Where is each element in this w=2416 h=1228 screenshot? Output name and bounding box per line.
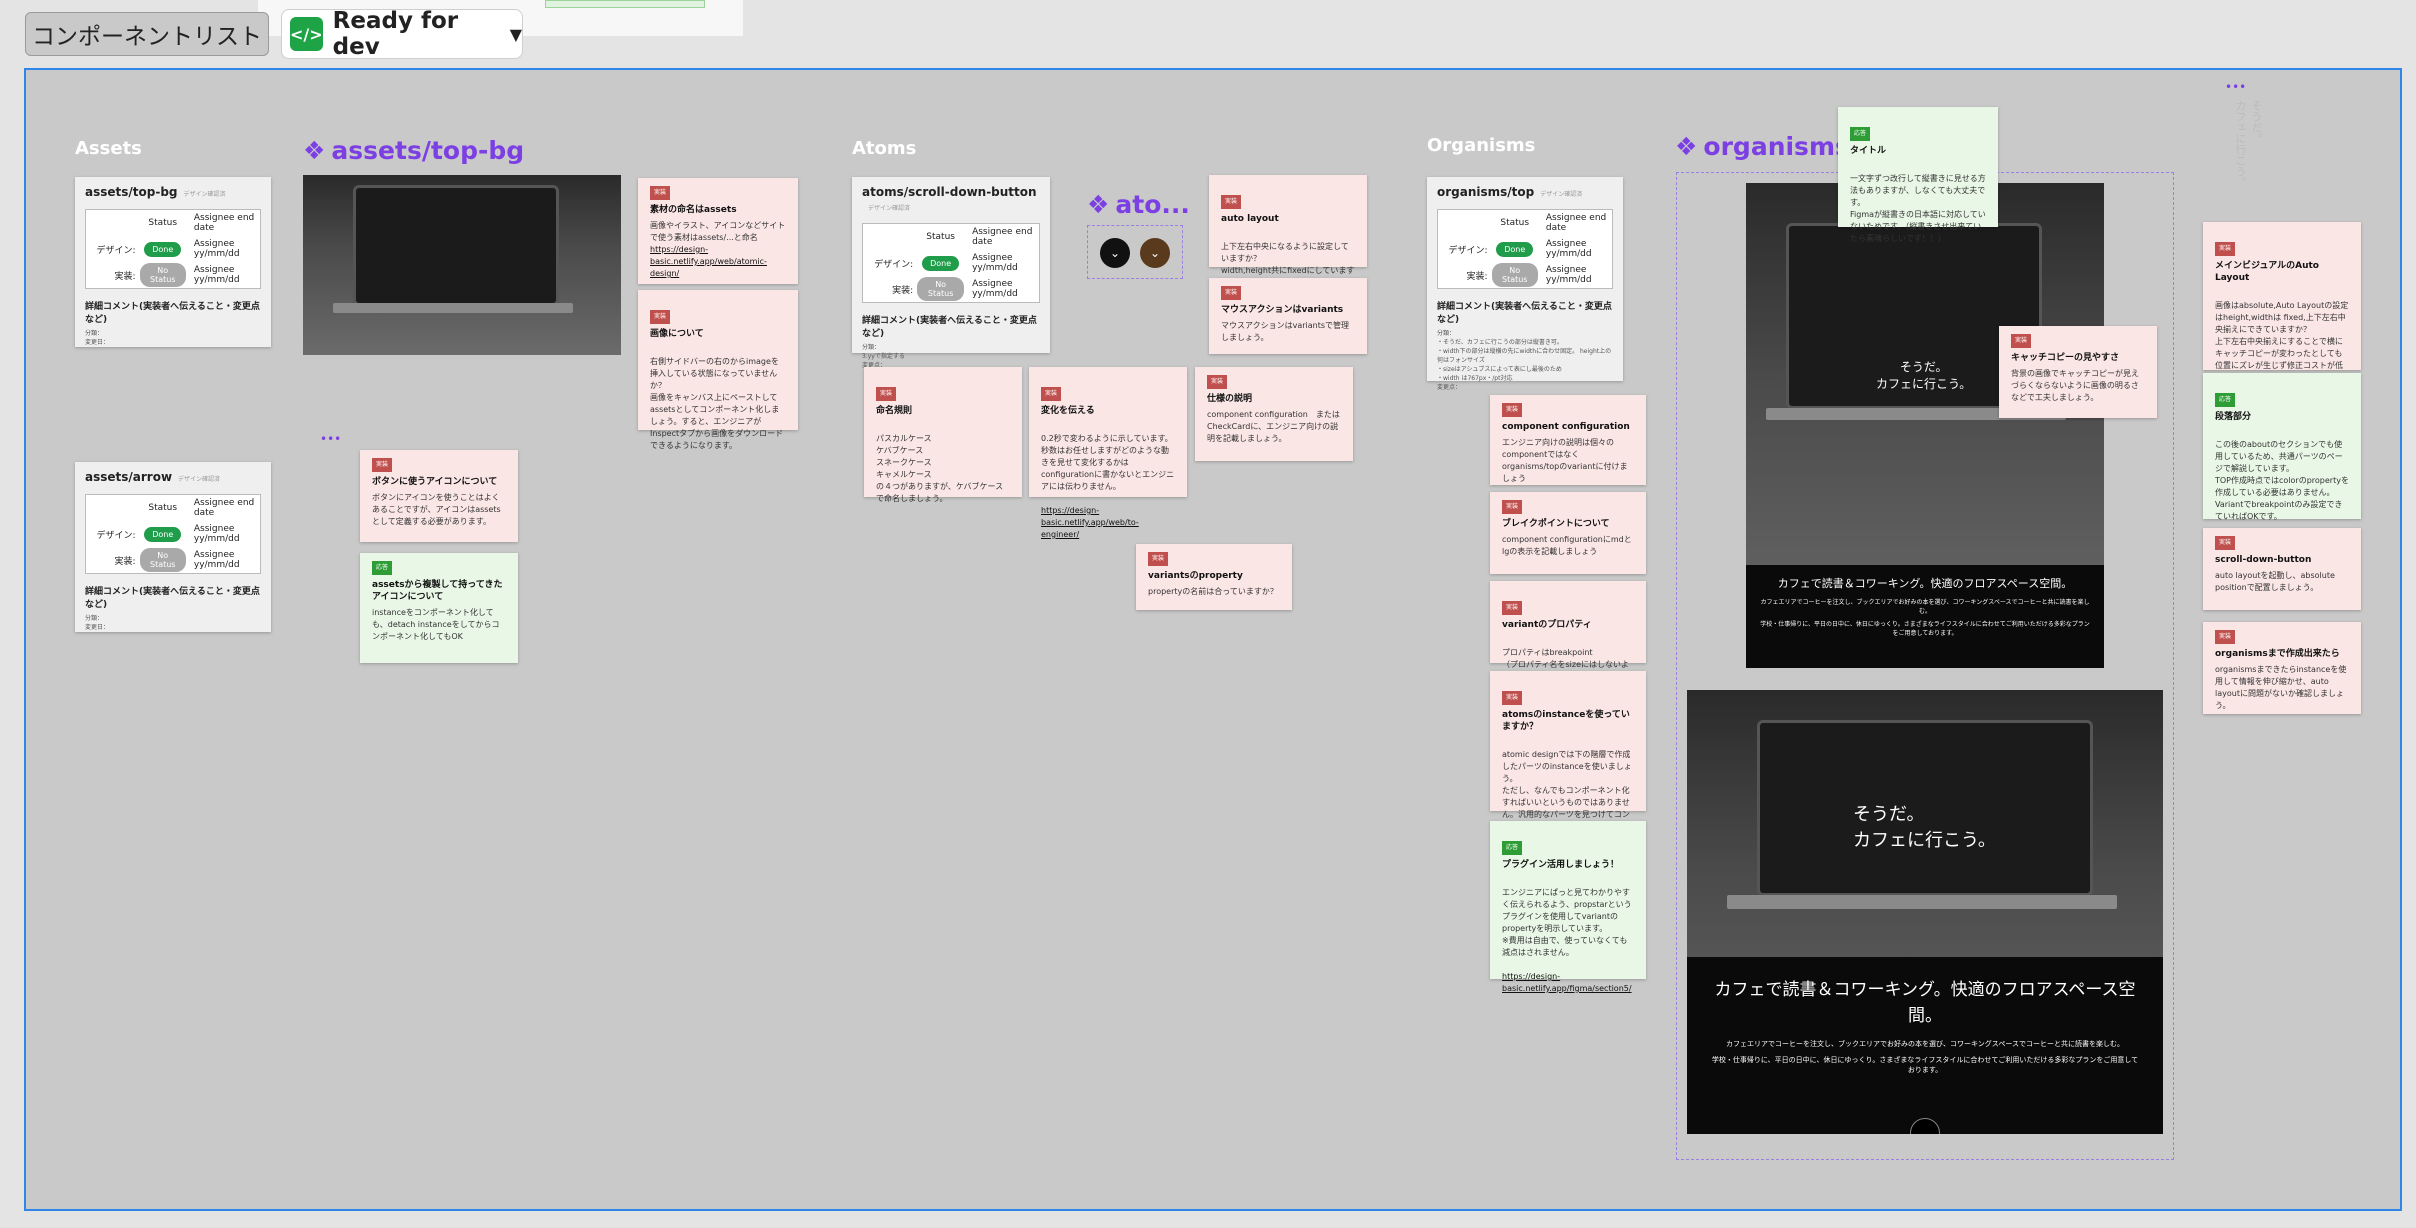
component-list-label: コンポーネントリスト <box>32 24 262 50</box>
note-catchcopy[interactable]: 実装 キャッチコピーの見やすさ 背景の画像でキャッチコピーが見えづらくならないよ… <box>1999 326 2157 418</box>
done-badge[interactable]: Done <box>1496 241 1534 257</box>
note-variants-property[interactable]: 実装 variantsのproperty propertyの名前は合っていますか… <box>1136 544 1292 610</box>
done-badge[interactable]: Done <box>922 255 960 271</box>
note-mouse-variants[interactable]: 実装 マウスアクションはvariants マウスアクションはvariantsで管… <box>1209 278 1367 354</box>
card-title: atoms/scroll-down-buttonデザイン確認済 <box>862 185 1037 212</box>
note-transition[interactable]: 実装 変化を伝える 0.2秒で変わるように示しています。 秒数はお任せしますがど… <box>1029 367 1187 539</box>
note-variant-property[interactable]: 実装 variantのプロパティ プロパティはbreakpoint （プロパティ… <box>1490 581 1646 681</box>
top-bg-image[interactable] <box>303 175 621 355</box>
card-title: assets/top-bg デザイン確認済 <box>85 185 226 199</box>
note-paragraph[interactable]: 応答 段落部分 この後のaboutのセクションでも使用しているため、共通パーツの… <box>2203 373 2361 521</box>
status-label: Ready for dev <box>332 8 459 60</box>
ready-for-dev-button[interactable]: </> Ready for dev ▼ <box>281 8 523 60</box>
section-title-organisms: Organisms <box>1427 135 1536 156</box>
laptop-shape <box>353 185 559 306</box>
scroll-button-variants[interactable]: ⌄ ⌄ <box>1087 225 1183 279</box>
note-component-configuration[interactable]: 実装 component configuration エンジニア向けの説明は個々… <box>1490 395 1646 485</box>
note-plugin[interactable]: 応答 プラグイン活用しましょう！ エンジニアにぱっと見てわかりやすく伝えられるよ… <box>1490 821 1646 993</box>
component-icon: ❖ <box>1087 190 1110 219</box>
section-title-atoms: Atoms <box>852 138 917 159</box>
note-detach-instance[interactable]: 応答 assetsから複製して持ってきたアイコンについて instanceをコン… <box>360 553 518 663</box>
status-table: Status Assignee end date デザイン: Done Assigne… <box>85 494 261 574</box>
component-title-atoms[interactable]: ❖ ato... <box>1087 190 1190 219</box>
card-title: assets/arrow デザイン確認済 <box>85 470 221 484</box>
no-status-badge[interactable]: No Status <box>139 548 186 572</box>
done-badge[interactable]: Done <box>144 241 182 257</box>
status-table: Status Assignee end date デザイン: Done Assigne… <box>862 223 1040 303</box>
component-title-assets-top-bg[interactable]: ❖ assets/top-bg <box>303 136 524 165</box>
note-atoms-instance[interactable]: 実装 atomsのinstanceを使っていますか？ atomic design… <box>1490 671 1646 831</box>
note-auto-layout[interactable]: 実装 auto layout 上下左右中央になるように設定していますか？ wid… <box>1209 175 1367 287</box>
note-breakpoint[interactable]: 実装 ブレイクポイントについて component configurationに… <box>1490 492 1646 574</box>
note-title-vertical[interactable]: 応答 タイトル 一文字ずつ改行して縦書きに見せる方法もありますが、しなくても大丈… <box>1838 107 1998 243</box>
note-organisms-done[interactable]: 実装 organismsまで作成出来たら organismsまできたらinsta… <box>2203 622 2361 714</box>
scroll-down-icon-hover[interactable]: ⌄ <box>1140 238 1170 268</box>
status-card-assets-arrow[interactable]: assets/arrow デザイン確認済 Status Assignee end d… <box>75 462 271 632</box>
link[interactable]: https://design-basic.netlify.app/web/ato… <box>650 245 767 278</box>
canvas-fragment-green <box>545 0 705 8</box>
no-status-badge[interactable]: No Status <box>917 277 965 301</box>
note-scroll-down-button[interactable]: 実装 scroll-down-button auto layoutを起動し、ab… <box>2203 528 2361 610</box>
note-main-visual-autolayout[interactable]: 実装 メインビジュアルのAuto Layout 画像はabsolute,Auto… <box>2203 222 2361 382</box>
no-status-badge[interactable]: No Status <box>1491 263 1538 287</box>
more-dots-icon[interactable]: ••• <box>2225 80 2246 94</box>
section-title-assets: Assets <box>75 138 142 159</box>
hero-pc[interactable]: そうだ。 カフェに行こう。 カフェで読書＆コワーキング。快適のフロアスペース空間… <box>1687 690 2163 1134</box>
status-card-atoms-scroll[interactable]: atoms/scroll-down-buttonデザイン確認済 Status As… <box>852 177 1050 369</box>
note-image[interactable]: 実装 画像について 右側サイドバーの右のからimageを挿入している状態になって… <box>638 290 798 450</box>
more-dots-icon[interactable]: ••• <box>320 432 341 446</box>
component-icon: ❖ <box>1675 132 1698 161</box>
hero-vertical-copy: そうだ。 カフェに行こう。 <box>1876 360 1972 391</box>
note-assets-naming[interactable]: 実装 素材の命名はassets 画像やイラスト、アイコンなどサイトで使う素材はa… <box>638 178 798 284</box>
hero-text-band: カフェで読書＆コワーキング。快適のフロアスペース空間。 カフェエリアでコーヒーを… <box>1687 957 2163 1134</box>
status-table: Status Assignee end date デザイン: Done Assigne… <box>85 209 261 289</box>
status-card-organisms-top[interactable]: organisms/top デザイン確認済 Status Assignee end … <box>1427 177 1623 391</box>
code-icon: </> <box>290 17 323 51</box>
note-spec[interactable]: 実装 仕様の説明 component configuration または Che… <box>1195 367 1353 461</box>
component-list-button[interactable]: コンポーネントリスト <box>25 12 269 56</box>
status-card-assets-top-bg[interactable]: assets/top-bg デザイン確認済 Status Assignee end … <box>75 177 271 347</box>
chevron-down-icon: ▼ <box>509 24 522 44</box>
hero-vertical-copy: そうだ。 カフェに行こう。 <box>1853 804 1996 851</box>
scroll-down-icon[interactable]: ⌄ <box>1100 238 1130 268</box>
side-vertical-copy: そうだ。 カフェに行こう。 <box>2234 100 2263 188</box>
hero-text-band: カフェで読書＆コワーキング。快適のフロアスペース空間。 カフェエリアでコーヒーを… <box>1746 565 2104 668</box>
status-table: Status Assignee end date デザイン: Done Assigne… <box>1437 209 1613 289</box>
note-button-icon[interactable]: 実装 ボタンに使うアイコンについて ボタンにアイコンを使うことはよくあることです… <box>360 450 518 542</box>
done-badge[interactable]: Done <box>144 526 182 542</box>
card-title: organisms/top デザイン確認済 <box>1437 185 1583 199</box>
component-icon: ❖ <box>303 136 326 165</box>
tag-impl: 実装 <box>650 186 671 200</box>
no-status-badge[interactable]: No Status <box>139 263 186 287</box>
note-naming-rule[interactable]: 実装 命名規則 パスカルケース ケバブケース スネークケース キャメルケース の… <box>864 367 1022 503</box>
